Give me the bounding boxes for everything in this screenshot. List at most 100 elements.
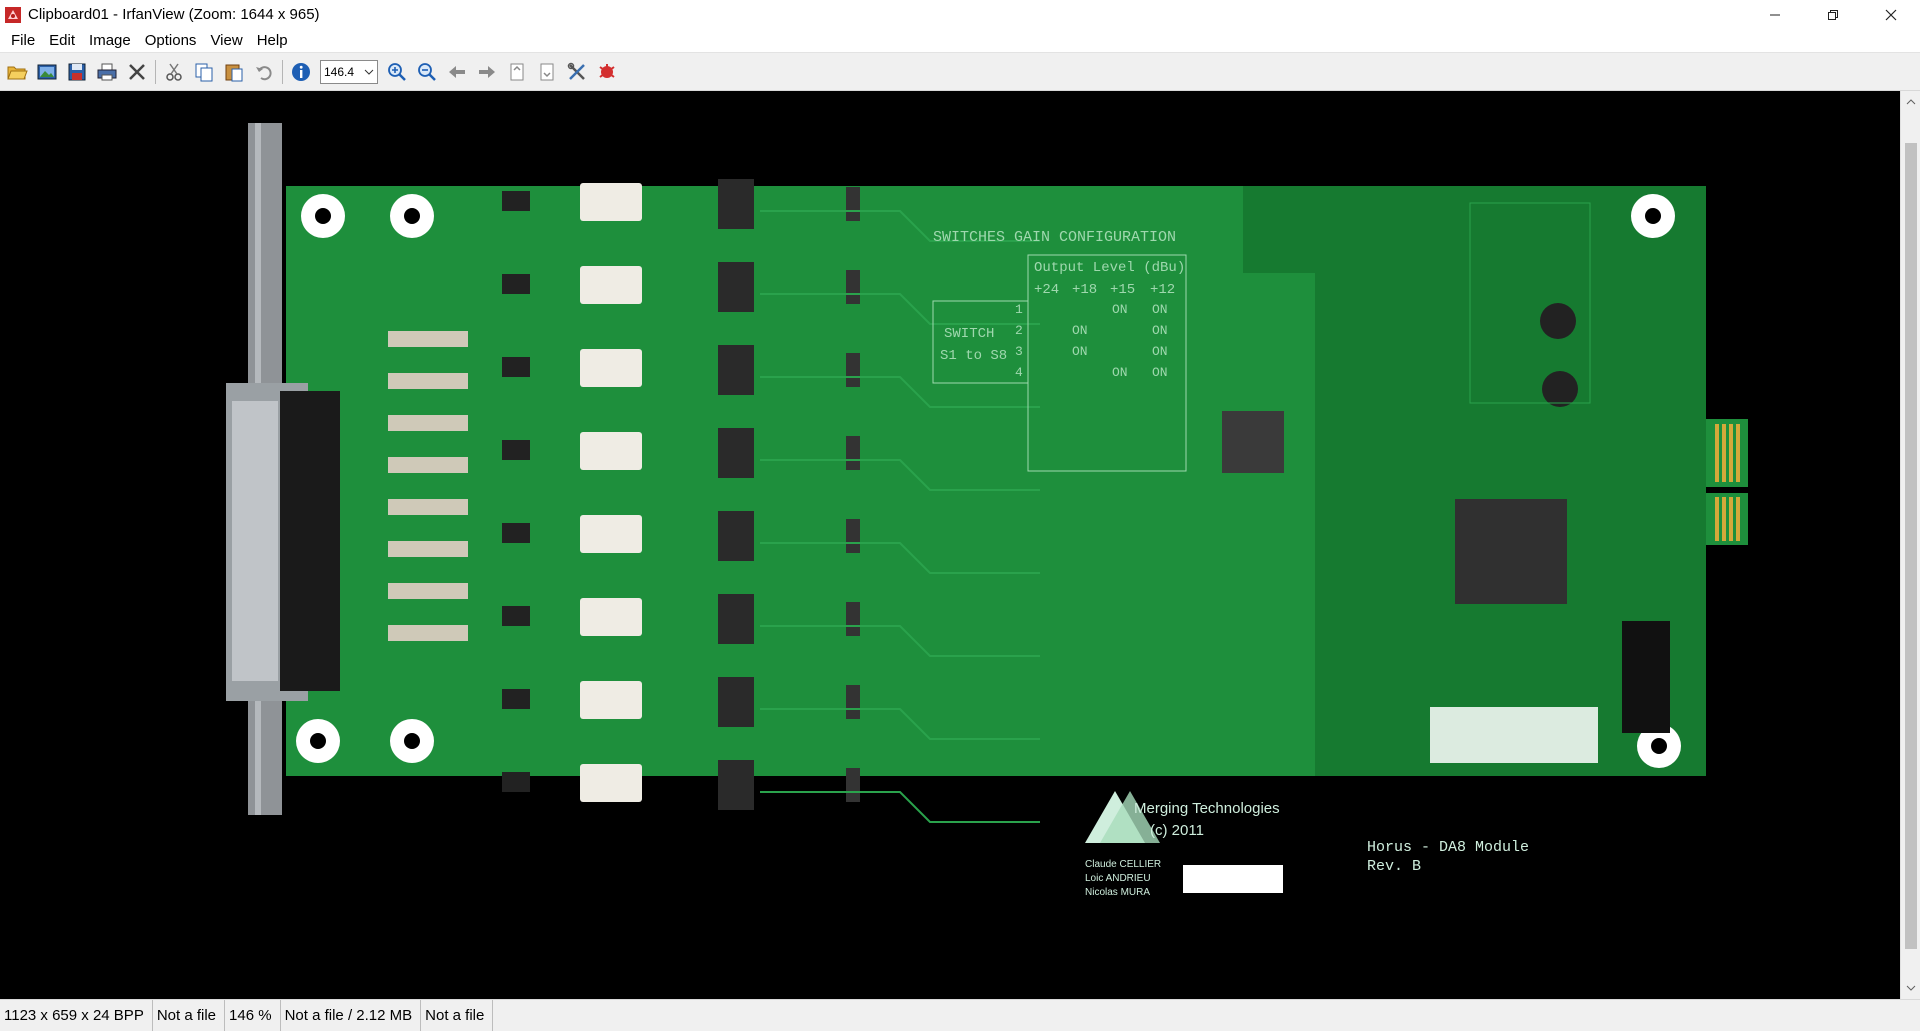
- status-file-2: Not a file: [421, 999, 494, 1031]
- scroll-up-icon[interactable]: [1901, 93, 1920, 111]
- row-1-cell-15: ON: [1112, 302, 1128, 317]
- row-1-cell-12: ON: [1152, 302, 1168, 317]
- row-4-cell-12: ON: [1152, 365, 1168, 380]
- first-page-button[interactable]: [502, 57, 532, 87]
- author-2: Loic ANDRIEU: [1085, 873, 1151, 884]
- close-button[interactable]: [1862, 0, 1920, 29]
- thumbnails-button[interactable]: [32, 57, 62, 87]
- scroll-down-icon[interactable]: [1901, 979, 1920, 997]
- zoom-out-button[interactable]: [412, 57, 442, 87]
- undo-button[interactable]: [249, 57, 279, 87]
- row-4: 4: [1015, 365, 1023, 380]
- copyright: (c) 2011: [1150, 822, 1204, 839]
- status-dimensions: 1123 x 659 x 24 BPP: [0, 999, 153, 1031]
- test-pads: [1430, 707, 1598, 763]
- capacitor: [1542, 371, 1578, 407]
- next-icon: [479, 65, 495, 78]
- restore-icon: [1828, 9, 1838, 20]
- row-3-cell-12: ON: [1152, 344, 1168, 359]
- undo-icon: [256, 65, 272, 80]
- title-bar: Clipboard01 - IrfanView (Zoom: 1644 x 96…: [0, 0, 1920, 29]
- switch-label: SWITCH: [944, 326, 994, 342]
- last-page-icon: [540, 63, 554, 80]
- first-page-icon: [510, 63, 524, 80]
- save-button[interactable]: [62, 57, 92, 87]
- delete-icon: [129, 63, 145, 80]
- print-button[interactable]: [92, 57, 122, 87]
- close-icon: [1885, 9, 1897, 20]
- level-12: +12: [1150, 282, 1175, 298]
- serial-label: [1183, 865, 1283, 893]
- irfanview-icon: [4, 6, 22, 24]
- info-icon: [292, 62, 310, 81]
- minimize-button[interactable]: [1746, 0, 1804, 29]
- menu-image[interactable]: Image: [82, 29, 138, 53]
- exit-button[interactable]: [592, 57, 622, 87]
- toolbar-separator: [282, 59, 283, 84]
- delete-button[interactable]: [122, 57, 152, 87]
- db25-connector: [226, 383, 340, 701]
- copy-icon: [195, 63, 213, 81]
- cut-button[interactable]: [159, 57, 189, 87]
- next-button[interactable]: [472, 57, 502, 87]
- last-page-button[interactable]: [532, 57, 562, 87]
- zoom-out-icon: [418, 62, 436, 81]
- switch-range: S1 to S8: [940, 348, 1007, 364]
- header-connector: [1622, 621, 1670, 733]
- row-2-cell-18: ON: [1072, 323, 1088, 338]
- menu-options[interactable]: Options: [138, 29, 204, 53]
- edge-connector: [1706, 419, 1748, 545]
- status-file: Not a file: [153, 999, 226, 1031]
- level-18: +18: [1072, 282, 1097, 298]
- dsp-chip: [1455, 499, 1567, 604]
- thumbnails-icon: [37, 64, 57, 79]
- row-2-cell-12: ON: [1152, 323, 1168, 338]
- previous-icon: [449, 65, 465, 78]
- menu-file[interactable]: File: [4, 29, 42, 53]
- info-button[interactable]: [286, 57, 316, 87]
- window-controls: [1746, 0, 1920, 29]
- zoom-in-button[interactable]: [382, 57, 412, 87]
- window-title: Clipboard01 - IrfanView (Zoom: 1644 x 96…: [28, 6, 320, 23]
- open-icon: [7, 66, 28, 79]
- company-name: Merging Technologies: [1134, 800, 1280, 817]
- print-icon: [97, 63, 117, 80]
- zoom-in-icon: [388, 62, 406, 81]
- menu-bar: File Edit Image Options View Help: [0, 29, 1920, 53]
- switch-title: SWITCHES GAIN CONFIGURATION: [933, 229, 1176, 246]
- settings-icon: [567, 62, 585, 80]
- author-3: Nicolas MURA: [1085, 887, 1150, 898]
- author-1: Claude CELLIER: [1085, 859, 1161, 870]
- vertical-scrollbar[interactable]: [1900, 91, 1920, 999]
- zoom-value[interactable]: 146.4: [321, 65, 361, 79]
- settings-button[interactable]: [562, 57, 592, 87]
- copy-button[interactable]: [189, 57, 219, 87]
- scroll-thumb[interactable]: [1905, 143, 1917, 949]
- menu-edit[interactable]: Edit: [42, 29, 82, 53]
- save-icon: [68, 63, 86, 80]
- menu-view[interactable]: View: [203, 29, 249, 53]
- zoom-combobox[interactable]: 146.4: [320, 59, 378, 84]
- row-3: 3: [1015, 344, 1023, 359]
- previous-button[interactable]: [442, 57, 472, 87]
- toolbar: 146.4: [0, 53, 1920, 91]
- row-2: 2: [1015, 323, 1023, 338]
- exit-icon: [599, 63, 615, 78]
- chevron-down-icon[interactable]: [361, 61, 377, 83]
- row-1: 1: [1015, 302, 1023, 317]
- codec-chip: [1222, 411, 1284, 473]
- merging-logo: [1085, 791, 1160, 843]
- row-3-cell-18: ON: [1072, 344, 1088, 359]
- level-15: +15: [1110, 282, 1135, 298]
- paste-button[interactable]: [219, 57, 249, 87]
- output-level-label: Output Level (dBu): [1034, 260, 1185, 276]
- menu-help[interactable]: Help: [250, 29, 295, 53]
- open-button[interactable]: [2, 57, 32, 87]
- module-name: Horus - DA8 Module: [1367, 839, 1529, 856]
- restore-button[interactable]: [1804, 0, 1862, 29]
- revision: Rev. B: [1367, 858, 1421, 875]
- image-viewport[interactable]: SWITCHES GAIN CONFIGURATION Output Level…: [0, 91, 1900, 999]
- pcb-image: SWITCHES GAIN CONFIGURATION Output Level…: [226, 123, 1748, 898]
- toolbar-separator: [155, 59, 156, 84]
- paste-icon: [225, 64, 243, 81]
